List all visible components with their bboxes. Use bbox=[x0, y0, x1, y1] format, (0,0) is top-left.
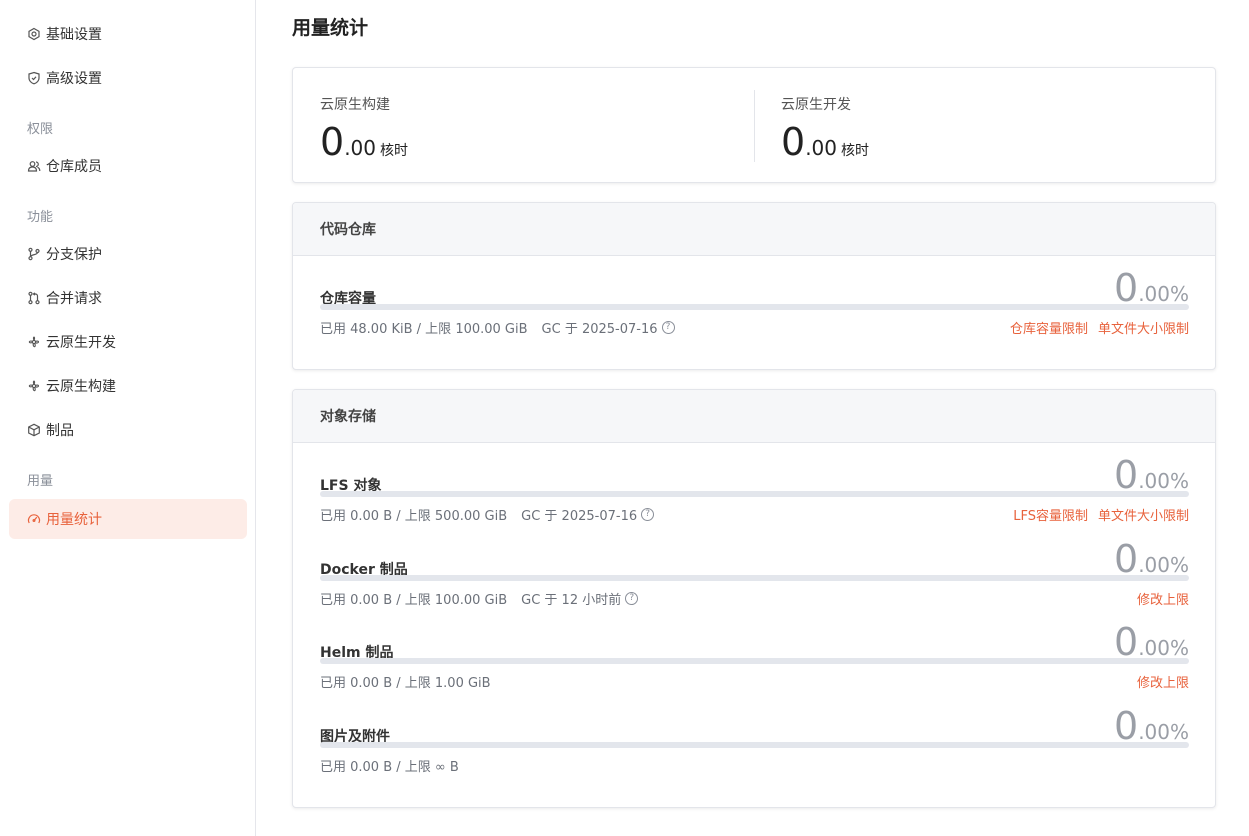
usage-percent-dec: .00% bbox=[1138, 282, 1189, 306]
merge-request-icon bbox=[27, 291, 41, 305]
settings-icon bbox=[27, 27, 41, 41]
sidebar-item-advanced-settings[interactable]: 高级设置 bbox=[9, 58, 247, 98]
usage-links: 修改上限 bbox=[1127, 589, 1189, 608]
core-hours-value: 0.00 核时 bbox=[320, 120, 408, 164]
sidebar-item-repo-members[interactable]: 仓库成员 bbox=[9, 146, 247, 186]
gc-text: GC 于 2025-07-16 bbox=[521, 509, 638, 524]
usage-percent-dec: .00% bbox=[1138, 636, 1189, 660]
sidebar-item-label: 云原生构建 bbox=[46, 379, 116, 395]
nav-group-usage: 用量 bbox=[27, 474, 54, 489]
gc-info: GC 于 2025-07-16? bbox=[521, 505, 655, 524]
users-icon bbox=[27, 159, 41, 173]
gc-text: GC 于 12 小时前 bbox=[521, 592, 622, 608]
shield-icon bbox=[27, 71, 41, 85]
usage-percent-dec: .00% bbox=[1138, 552, 1189, 577]
core-hours-dec: .00 bbox=[805, 136, 837, 160]
usage-percent-int: 0 bbox=[1114, 703, 1139, 748]
limit-link[interactable]: 仓库容量限制 bbox=[1010, 322, 1088, 337]
nav-group-features: 功能 bbox=[27, 210, 54, 225]
page-title: 用量统计 bbox=[292, 17, 369, 39]
sidebar-item-usage-stats[interactable]: 用量统计 bbox=[9, 499, 247, 539]
usage-links: LFS容量限制 单文件大小限制 bbox=[1003, 505, 1189, 524]
usage-meta: 已用 48.00 KiB / 上限 100.00 GiB GC 于 2025-07… bbox=[320, 318, 675, 337]
divider bbox=[754, 90, 755, 162]
usage-used-limit: 已用 0.00 B / 上限 ∞ B bbox=[320, 759, 459, 775]
core-hours-unit: 核时 bbox=[841, 143, 869, 159]
usage-progress-bar bbox=[320, 741, 1189, 748]
usage-percent: 0.00% bbox=[1114, 537, 1189, 581]
core-hours-label: 云原生构建 bbox=[320, 97, 390, 113]
sidebar-item-label: 仓库成员 bbox=[46, 159, 102, 175]
usage-percent-dec: .00% bbox=[1138, 469, 1189, 493]
help-icon[interactable]: ? bbox=[661, 321, 675, 334]
card-title: 对象存储 bbox=[293, 390, 1215, 443]
usage-percent: 0.00% bbox=[1114, 704, 1189, 748]
core-hours-int: 0 bbox=[320, 120, 345, 164]
sidebar-item-merge-requests[interactable]: 合并请求 bbox=[9, 278, 247, 318]
help-icon[interactable]: ? bbox=[625, 591, 639, 605]
usage-meta: 已用 0.00 B / 上限 1.00 GiB bbox=[320, 672, 491, 691]
cloud-native-icon bbox=[27, 335, 41, 349]
limit-link[interactable]: 修改上限 bbox=[1137, 676, 1189, 691]
gc-text: GC 于 2025-07-16 bbox=[541, 322, 658, 337]
core-hours-value: 0.00 核时 bbox=[781, 120, 869, 164]
sidebar-item-basic-settings[interactable]: 基础设置 bbox=[9, 14, 247, 54]
limit-link[interactable]: 修改上限 bbox=[1137, 593, 1189, 608]
core-hours-int: 0 bbox=[781, 120, 806, 164]
core-hours-dec: .00 bbox=[344, 136, 376, 160]
sidebar-item-label: 用量统计 bbox=[46, 512, 102, 528]
usage-meta: 已用 0.00 B / 上限 500.00 GiB GC 于 2025-07-16… bbox=[320, 505, 655, 524]
sidebar: 基础设置 高级设置 权限 仓库成员 功能 分支保护 合并请求 云原生开发 云原生… bbox=[0, 0, 256, 836]
usage-meta: 已用 0.00 B / 上限 ∞ B bbox=[320, 756, 459, 775]
limit-link[interactable]: 单文件大小限制 bbox=[1098, 509, 1189, 524]
sidebar-item-artifacts[interactable]: 制品 bbox=[9, 410, 247, 450]
usage-links: 修改上限 bbox=[1127, 672, 1189, 691]
usage-progress-bar bbox=[320, 658, 1189, 664]
sidebar-item-label: 云原生开发 bbox=[46, 335, 116, 351]
usage-percent-int: 0 bbox=[1114, 536, 1139, 581]
package-icon bbox=[27, 423, 41, 437]
usage-meta: 已用 0.00 B / 上限 100.00 GiB GC 于 12 小时前? bbox=[320, 589, 639, 608]
sidebar-item-cloud-native-build[interactable]: 云原生构建 bbox=[9, 366, 247, 406]
limit-link[interactable]: LFS容量限制 bbox=[1013, 509, 1088, 524]
branch-icon bbox=[27, 247, 41, 261]
usage-progress-bar bbox=[320, 574, 1189, 581]
usage-links: 仓库容量限制 单文件大小限制 bbox=[1000, 318, 1189, 337]
sidebar-item-label: 分支保护 bbox=[46, 247, 102, 263]
sidebar-item-cloud-native-dev[interactable]: 云原生开发 bbox=[9, 322, 247, 362]
usage-progress-bar bbox=[320, 491, 1189, 497]
usage-used-limit: 已用 0.00 B / 上限 1.00 GiB bbox=[320, 676, 491, 691]
object-storage-card: 对象存储 LFS 对象 0.00% 已用 0.00 B / 上限 500.00 Gi… bbox=[292, 389, 1216, 808]
code-repo-card: 代码仓库 仓库容量 0.00% 已用 48.00 KiB / 上限 100.00 G… bbox=[292, 202, 1216, 370]
usage-used-limit: 已用 0.00 B / 上限 100.00 GiB bbox=[320, 592, 508, 608]
sidebar-item-label: 基础设置 bbox=[46, 27, 102, 43]
nav-group-permissions: 权限 bbox=[27, 122, 54, 137]
usage-used-limit: 已用 48.00 KiB / 上限 100.00 GiB bbox=[320, 322, 528, 337]
limit-link[interactable]: 单文件大小限制 bbox=[1098, 322, 1189, 337]
usage-used-limit: 已用 0.00 B / 上限 500.00 GiB bbox=[320, 509, 508, 524]
gc-info: GC 于 12 小时前? bbox=[521, 589, 639, 608]
usage-progress-bar bbox=[320, 304, 1189, 310]
core-hours-label: 云原生开发 bbox=[781, 97, 851, 113]
gc-info: GC 于 2025-07-16? bbox=[542, 318, 675, 337]
usage-percent-dec: .00% bbox=[1138, 719, 1189, 744]
cloud-native-icon bbox=[27, 379, 41, 393]
help-icon[interactable]: ? bbox=[641, 508, 655, 521]
core-hours-unit: 核时 bbox=[380, 143, 408, 159]
gauge-icon bbox=[27, 512, 41, 526]
sidebar-item-branch-protection[interactable]: 分支保护 bbox=[9, 234, 247, 274]
sidebar-item-label: 合并请求 bbox=[46, 291, 102, 307]
sidebar-item-label: 制品 bbox=[46, 423, 74, 439]
core-hours-card: 云原生构建 0.00 核时 云原生开发 0.00 核时 bbox=[292, 67, 1216, 183]
card-title: 代码仓库 bbox=[293, 203, 1215, 256]
sidebar-item-label: 高级设置 bbox=[46, 71, 102, 87]
